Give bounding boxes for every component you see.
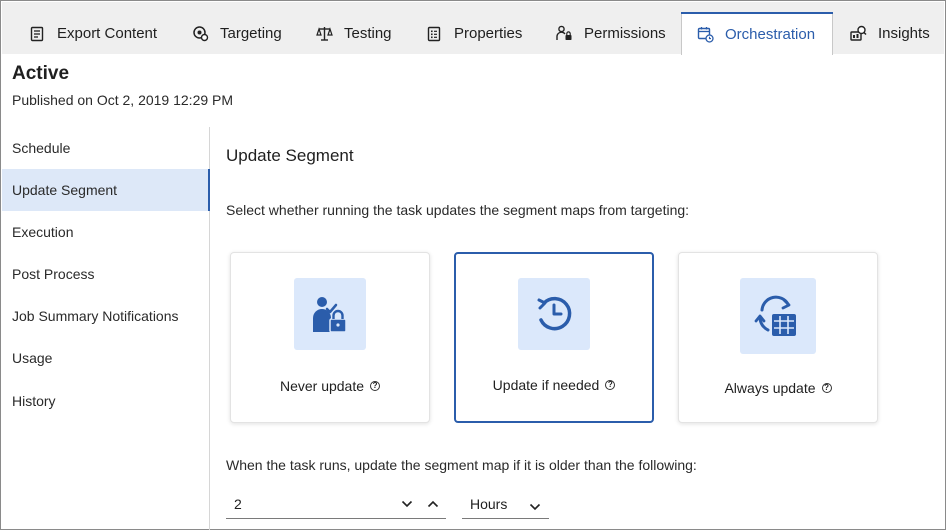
option-always-update[interactable]: Always update ? xyxy=(678,252,878,423)
user-lock-icon xyxy=(294,278,366,350)
document-list-icon xyxy=(28,25,46,43)
tab-label: Targeting xyxy=(220,25,282,42)
sidebar-item-post-process[interactable]: Post Process xyxy=(2,253,210,295)
increment-button[interactable] xyxy=(420,489,446,519)
calendar-clock-icon xyxy=(696,25,714,43)
sidebar-item-label: Execution xyxy=(12,224,74,240)
properties-list-icon xyxy=(425,25,443,43)
window-frame: Export Content Targeting Testing Propert… xyxy=(0,0,946,530)
tab-targeting[interactable]: Targeting xyxy=(191,12,282,55)
sidebar-item-label: Usage xyxy=(12,350,53,366)
option-label: Always update xyxy=(724,380,816,396)
sidebar-item-history[interactable]: History xyxy=(2,380,210,422)
help-icon[interactable]: ? xyxy=(605,380,616,390)
tab-properties[interactable]: Properties xyxy=(425,12,522,55)
sidebar-nav: Schedule Update Segment Execution Post P… xyxy=(2,127,210,530)
sync-table-icon xyxy=(740,278,816,354)
section-title: Update Segment xyxy=(226,146,354,165)
user-lock-icon xyxy=(555,25,573,43)
sidebar-item-label: Schedule xyxy=(12,140,71,156)
sidebar-item-label: Update Segment xyxy=(12,182,118,198)
tab-label: Insights xyxy=(878,25,930,42)
tab-insights[interactable]: Insights xyxy=(849,12,930,55)
help-icon[interactable]: ? xyxy=(370,381,381,391)
sidebar-item-label: Job Summary Notifications xyxy=(12,308,179,324)
insights-icon xyxy=(849,25,867,43)
tab-orchestration[interactable]: Orchestration xyxy=(681,12,833,55)
help-icon[interactable]: ? xyxy=(821,383,832,393)
chevron-up-icon xyxy=(427,500,439,507)
sidebar-item-schedule[interactable]: Schedule xyxy=(2,127,210,169)
sidebar-item-label: Post Process xyxy=(12,266,95,282)
age-instruction-text: When the task runs, update the segment m… xyxy=(226,457,697,473)
option-update-if-needed[interactable]: Update if needed ? xyxy=(454,252,654,423)
tab-bar: Export Content Targeting Testing Propert… xyxy=(2,2,944,55)
scale-icon xyxy=(315,25,333,43)
sidebar-item-job-summary-notifications[interactable]: Job Summary Notifications xyxy=(2,295,210,337)
tab-label: Permissions xyxy=(584,25,666,42)
clock-refresh-icon xyxy=(518,278,590,350)
tab-testing[interactable]: Testing xyxy=(315,12,392,55)
chevron-down-icon xyxy=(401,500,413,507)
sidebar-item-usage[interactable]: Usage xyxy=(2,337,210,379)
decrement-button[interactable] xyxy=(394,489,420,519)
tab-label: Export Content xyxy=(57,25,158,42)
age-unit-select[interactable]: Hours xyxy=(462,489,549,519)
instruction-text: Select whether running the task updates … xyxy=(226,202,690,218)
age-unit-value: Hours xyxy=(470,495,508,512)
option-label: Never update xyxy=(279,378,365,394)
age-stepper[interactable]: 2 xyxy=(226,489,446,519)
sidebar-item-execution[interactable]: Execution xyxy=(2,211,210,253)
tab-export-content[interactable]: Export Content xyxy=(28,12,157,55)
tab-label: Properties xyxy=(454,25,523,42)
option-label: Update if needed xyxy=(492,377,600,393)
sidebar-item-update-segment[interactable]: Update Segment xyxy=(2,169,210,211)
sidebar-item-label: History xyxy=(12,393,56,409)
tab-label: Testing xyxy=(344,25,392,42)
status-title: Active xyxy=(12,63,70,84)
tab-label: Orchestration xyxy=(725,25,816,43)
chevron-down-icon xyxy=(529,498,541,514)
option-never-update[interactable]: Never update ? xyxy=(230,252,430,423)
tab-permissions[interactable]: Permissions xyxy=(555,12,666,55)
published-date: Published on Oct 2, 2019 12:29 PM xyxy=(12,92,234,108)
target-gear-icon xyxy=(191,25,209,43)
age-value[interactable]: 2 xyxy=(226,496,394,512)
